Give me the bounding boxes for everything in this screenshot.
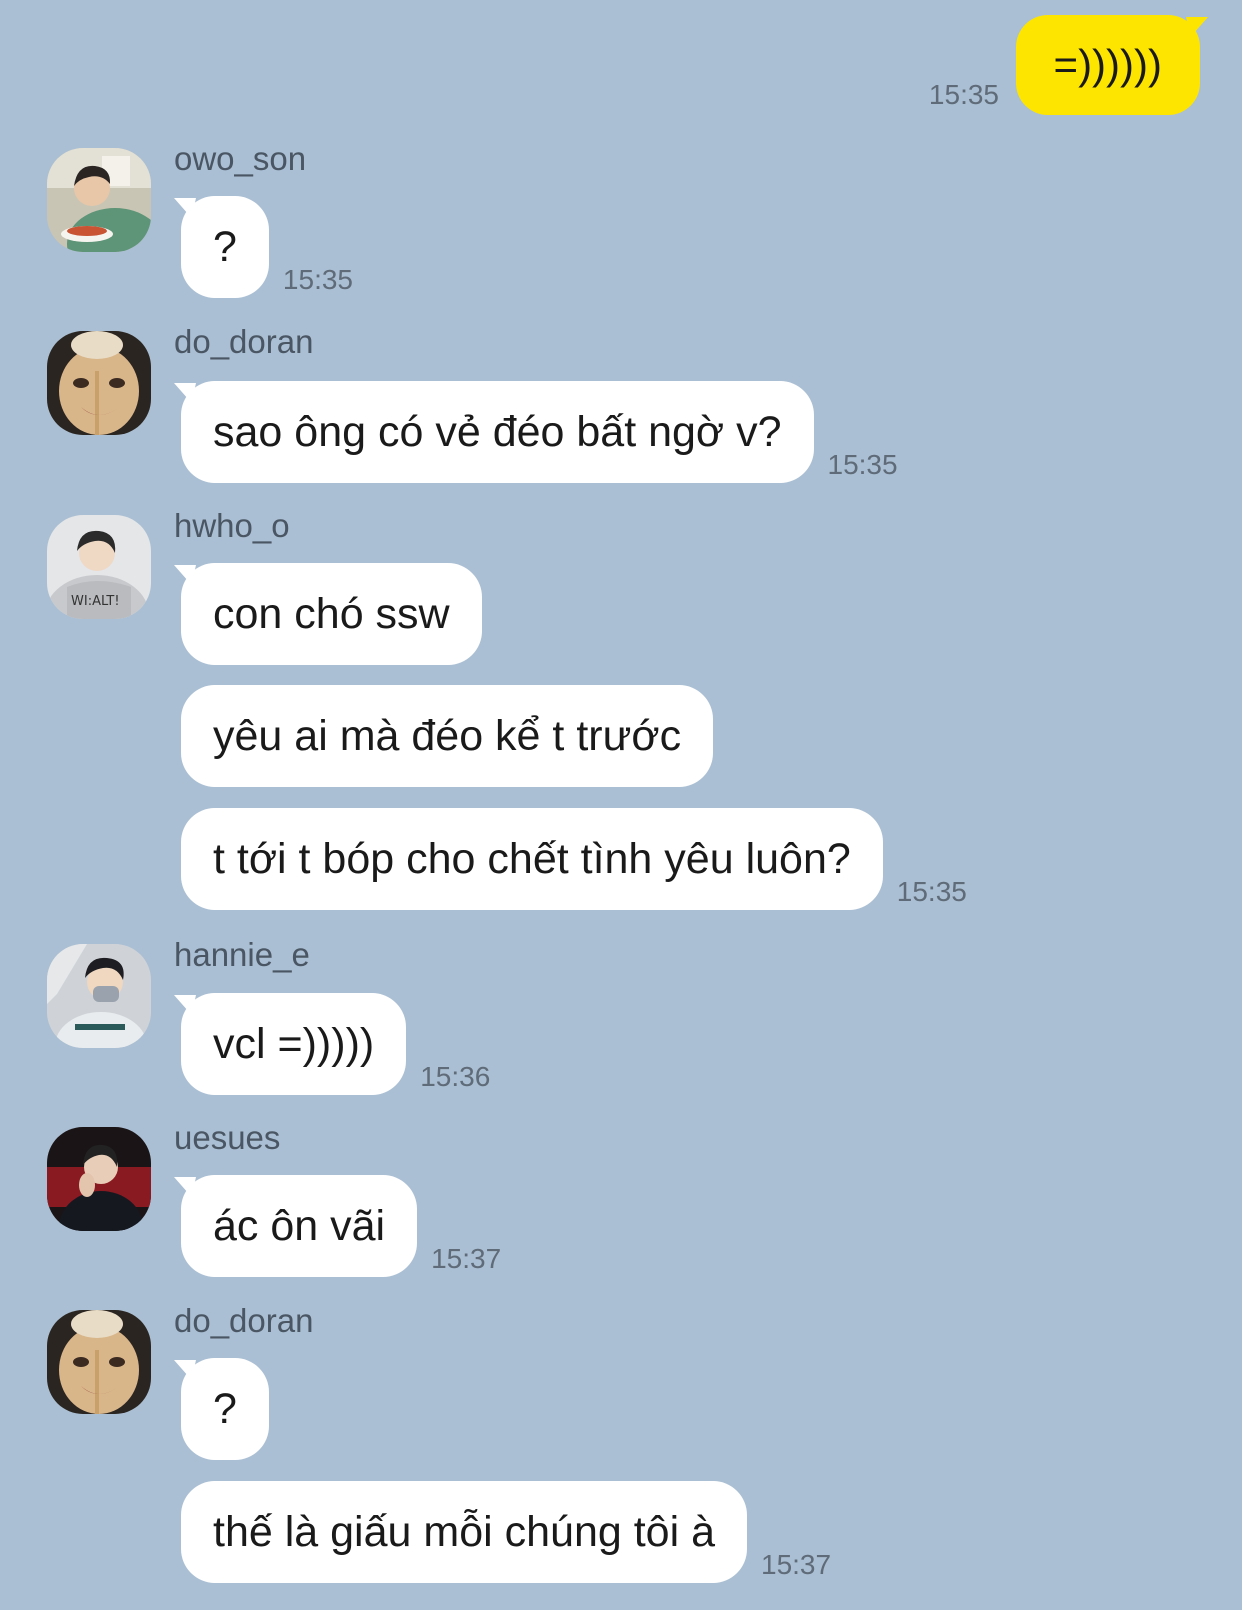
outgoing-message-bubble[interactable]: =)))))) xyxy=(1015,15,1200,115)
message-time: 15:37 xyxy=(431,1243,502,1274)
message-row: thế là giấu mỗi chúng tôi à 15:37 xyxy=(181,1481,831,1583)
avatar-do-doran[interactable] xyxy=(47,331,151,435)
sender-name: do_doran xyxy=(174,1302,314,1339)
message-time: 15:35 xyxy=(827,449,898,480)
message-bubble[interactable]: yêu ai mà đéo kể t trước xyxy=(181,685,714,787)
message-row: vcl =))))) 15:36 xyxy=(181,993,490,1095)
message-time: 15:35 xyxy=(282,264,353,295)
message-bubble[interactable]: con chó ssw xyxy=(181,563,482,665)
sender-name: hannie_e xyxy=(174,936,310,973)
message-bubble[interactable]: ? xyxy=(181,1358,269,1460)
sender-name: uesues xyxy=(174,1119,281,1156)
chat-room: 15:35 =)))))) owo_son ? 15:35 do_doran s… xyxy=(0,0,1242,1610)
avatar-hwho-o[interactable]: WI:ALT! xyxy=(47,515,151,619)
message-time: 15:37 xyxy=(761,1549,832,1580)
message-row: t tới t bóp cho chết tình yêu luôn? 15:3… xyxy=(181,808,967,910)
message-row: ? 15:35 xyxy=(181,196,353,298)
message-row: ác ôn vãi 15:37 xyxy=(181,1175,501,1277)
avatar-hannie-e[interactable] xyxy=(47,944,151,1048)
message-bubble[interactable]: thế là giấu mỗi chúng tôi à xyxy=(181,1481,747,1583)
sender-name: owo_son xyxy=(174,140,307,177)
message-bubble[interactable]: vcl =))))) xyxy=(181,993,407,1095)
message-row: sao ông có vẻ đéo bất ngờ v? 15:35 xyxy=(181,381,898,483)
message-row: yêu ai mà đéo kể t trước xyxy=(181,685,714,787)
message-time: 15:35 xyxy=(896,876,967,907)
message-row: ? xyxy=(181,1358,269,1460)
svg-text:WI:ALT!: WI:ALT! xyxy=(71,594,120,609)
message-bubble[interactable]: sao ông có vẻ đéo bất ngờ v? xyxy=(181,381,814,483)
avatar-owo-son[interactable] xyxy=(47,148,151,252)
sender-name: do_doran xyxy=(174,323,314,360)
avatar-do-doran[interactable] xyxy=(47,1310,151,1414)
sender-name: hwho_o xyxy=(174,507,290,544)
message-time: 15:36 xyxy=(420,1061,491,1092)
message-bubble[interactable]: ác ôn vãi xyxy=(181,1175,418,1277)
avatar-uesues[interactable] xyxy=(47,1127,151,1231)
message-row: con chó ssw xyxy=(181,563,482,665)
message-time: 15:35 xyxy=(928,79,999,110)
message-bubble[interactable]: ? xyxy=(181,196,269,298)
message-bubble[interactable]: t tới t bóp cho chết tình yêu luôn? xyxy=(181,808,883,910)
